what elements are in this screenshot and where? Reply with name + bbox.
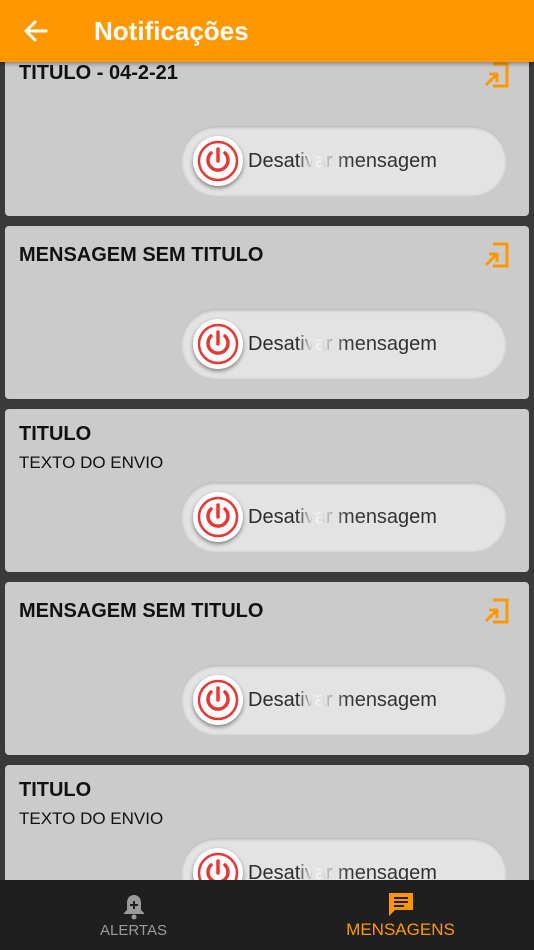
message-card: MENSAGEM SEM TITULO Desativar mensagem (5, 226, 529, 399)
app-bar: Notificações (0, 0, 534, 62)
card-title: TITULO - 04-2-21 (19, 62, 178, 84)
power-icon (197, 323, 239, 365)
bottom-navigation: ALERTAS MENSAGENS (0, 880, 534, 950)
card-subtitle: TEXTO DO ENVIO (19, 809, 164, 828)
arrow-left-icon (24, 20, 48, 42)
page-title: Notificações (94, 15, 249, 46)
message-card: TITULO TEXTO DO ENVIO Desativar mensagem (5, 409, 529, 572)
power-icon (197, 496, 239, 538)
toggle-label: Desativar mensagem (248, 126, 437, 196)
toggle-knob[interactable] (193, 319, 243, 369)
toggle-label: Desativar mensagem (248, 309, 437, 379)
card-title: TITULO (19, 423, 92, 445)
open-message-button[interactable] (479, 58, 513, 92)
deactivate-message-toggle[interactable]: Desativar mensagem (181, 482, 507, 552)
deactivate-message-toggle[interactable]: Desativar mensagem (181, 665, 507, 735)
toggle-knob[interactable] (193, 675, 243, 725)
message-icon (388, 893, 413, 916)
open-external-icon (484, 62, 509, 88)
open-message-button[interactable] (479, 594, 513, 628)
back-button[interactable] (16, 11, 56, 51)
deactivate-message-toggle[interactable]: Desativar mensagem (181, 309, 507, 379)
open-external-icon (484, 242, 509, 268)
toggle-knob[interactable] (193, 848, 243, 880)
nav-item-mensagens[interactable]: MENSAGENS (267, 880, 534, 950)
toggle-knob[interactable] (193, 136, 243, 186)
toggle-label: Desativar mensagem (248, 665, 437, 735)
open-message-button[interactable] (479, 238, 513, 272)
message-card: MENSAGEM SEM TITULO Desativar mensagem (5, 582, 529, 755)
card-subtitle: TEXTO DO ENVIO (19, 453, 164, 472)
power-icon (197, 140, 239, 182)
power-icon (197, 679, 239, 721)
message-list[interactable]: TITULO - 04-2-21 Desativar mensagem MENS… (0, 0, 534, 880)
message-card: TITULO TEXTO DO ENVIO Desativar mensagem (5, 765, 529, 880)
open-external-icon (484, 598, 509, 624)
deactivate-message-toggle[interactable]: Desativar mensagem (181, 838, 507, 880)
bell-alert-icon (123, 894, 144, 919)
nav-label: ALERTAS (100, 921, 167, 939)
toggle-label: Desativar mensagem (248, 482, 437, 552)
card-title: TITULO (19, 779, 92, 801)
toggle-knob[interactable] (193, 492, 243, 542)
toggle-label: Desativar mensagem (248, 838, 437, 880)
power-icon (197, 852, 239, 880)
card-title: MENSAGEM SEM TITULO (19, 600, 264, 622)
nav-label: MENSAGENS (346, 920, 455, 939)
nav-item-alertas[interactable]: ALERTAS (0, 880, 267, 950)
card-title: MENSAGEM SEM TITULO (19, 244, 264, 266)
deactivate-message-toggle[interactable]: Desativar mensagem (181, 126, 507, 196)
